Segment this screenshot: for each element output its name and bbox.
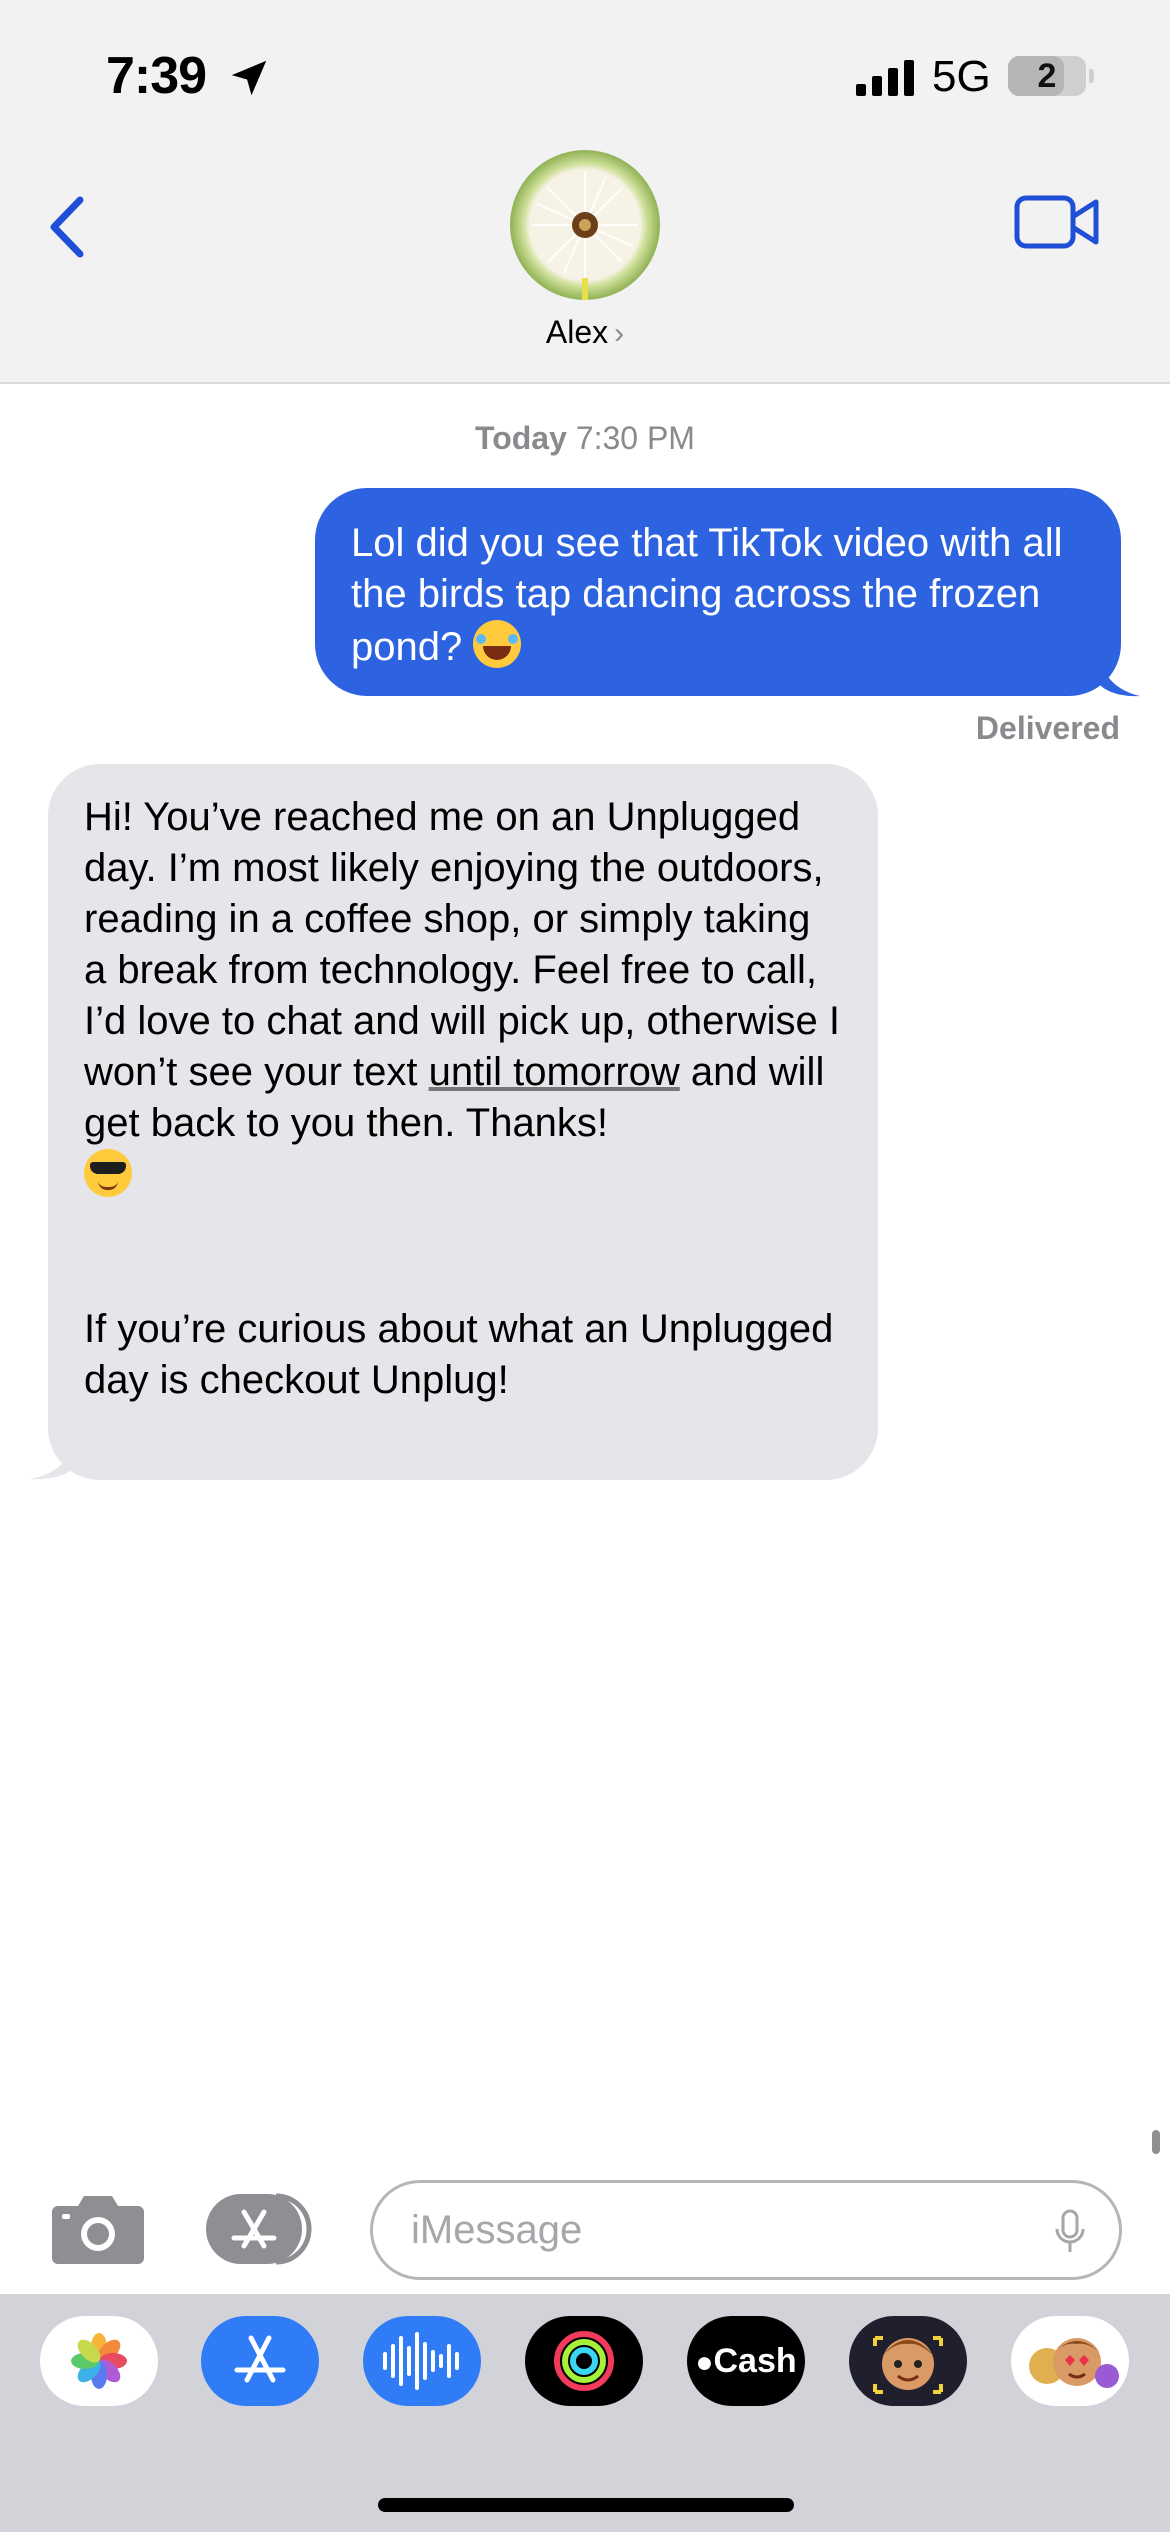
chevron-right-icon: ›: [614, 317, 625, 350]
cellular-signal-icon: [856, 60, 914, 96]
imessage-input[interactable]: iMessage: [370, 2180, 1122, 2280]
back-button[interactable]: [38, 182, 98, 272]
photos-flower-icon: [71, 2333, 127, 2389]
waveform-icon: [383, 2332, 459, 2390]
status-time: 7:39: [106, 47, 207, 105]
sunglasses-emoji-icon: [84, 1149, 132, 1197]
timestamp-time: 7:30 PM: [575, 420, 695, 456]
audio-message-app-icon[interactable]: [363, 2316, 481, 2406]
dandelion-photo: [532, 172, 638, 300]
imessage-placeholder: iMessage: [411, 2208, 583, 2252]
memoji-stickers-app-icon[interactable]: [1011, 2316, 1129, 2406]
memoji-face-icon: [873, 2336, 943, 2394]
incoming-message-paragraph: Hi! You’ve reached me on an Unplugged da…: [84, 792, 842, 1202]
laughing-crying-emoji-icon: [473, 620, 522, 668]
conversation-header: 7:39 5G 2 Alex ›: [0, 0, 1170, 384]
outgoing-message-bubble[interactable]: Lol did you see that TikTok video with a…: [315, 488, 1121, 696]
home-indicator[interactable]: [378, 2498, 794, 2512]
incoming-second-paragraph: If you’re curious about what an Unplugge…: [84, 1307, 834, 1402]
message-timestamp: Today 7:30 PM: [0, 420, 1170, 457]
activity-app-icon[interactable]: [525, 2316, 643, 2406]
app-store-button[interactable]: [206, 2192, 318, 2266]
microphone-icon[interactable]: [1053, 2209, 1087, 2255]
outgoing-bubble-tail: [1100, 655, 1140, 697]
camera-button[interactable]: [50, 2190, 146, 2266]
app-store-glyph: [234, 2335, 286, 2383]
imessage-app-drawer: ●Cash: [0, 2294, 1170, 2532]
timestamp-day: Today: [475, 420, 567, 456]
apple-cash-app-icon[interactable]: ●Cash: [687, 2316, 805, 2406]
scroll-indicator[interactable]: [1152, 2130, 1160, 2154]
date-link[interactable]: until tomorrow: [429, 1050, 680, 1094]
battery-level: 2: [1037, 57, 1057, 95]
contact-name-button[interactable]: Alex ›: [0, 314, 1170, 351]
app-store-app-icon[interactable]: [201, 2316, 319, 2406]
messages-screen: 7:39 5G 2 Alex › Today 7:30 PM Lol did y…: [0, 0, 1170, 2532]
incoming-message-bubble[interactable]: Hi! You’ve reached me on an Unplugged da…: [48, 764, 878, 1480]
battery-nub: [1089, 69, 1094, 83]
incoming-bubble-tail: [30, 1438, 74, 1480]
battery-indicator: 2: [1008, 56, 1086, 96]
apple-cash-label: ●Cash: [695, 2342, 797, 2380]
outgoing-message-text: Lol did you see that TikTok video with a…: [351, 521, 1063, 669]
video-call-button[interactable]: [1014, 192, 1100, 252]
location-arrow-icon: [231, 60, 267, 96]
activity-rings-icon: [554, 2331, 614, 2391]
contact-name: Alex: [545, 314, 609, 350]
delivery-status: Delivered: [975, 710, 1120, 746]
memoji-stickers-icon: [1029, 2338, 1119, 2388]
memoji-app-icon[interactable]: [849, 2316, 967, 2406]
network-type: 5G: [932, 52, 991, 101]
contact-avatar[interactable]: [510, 150, 660, 300]
photos-app-icon[interactable]: [40, 2316, 158, 2406]
